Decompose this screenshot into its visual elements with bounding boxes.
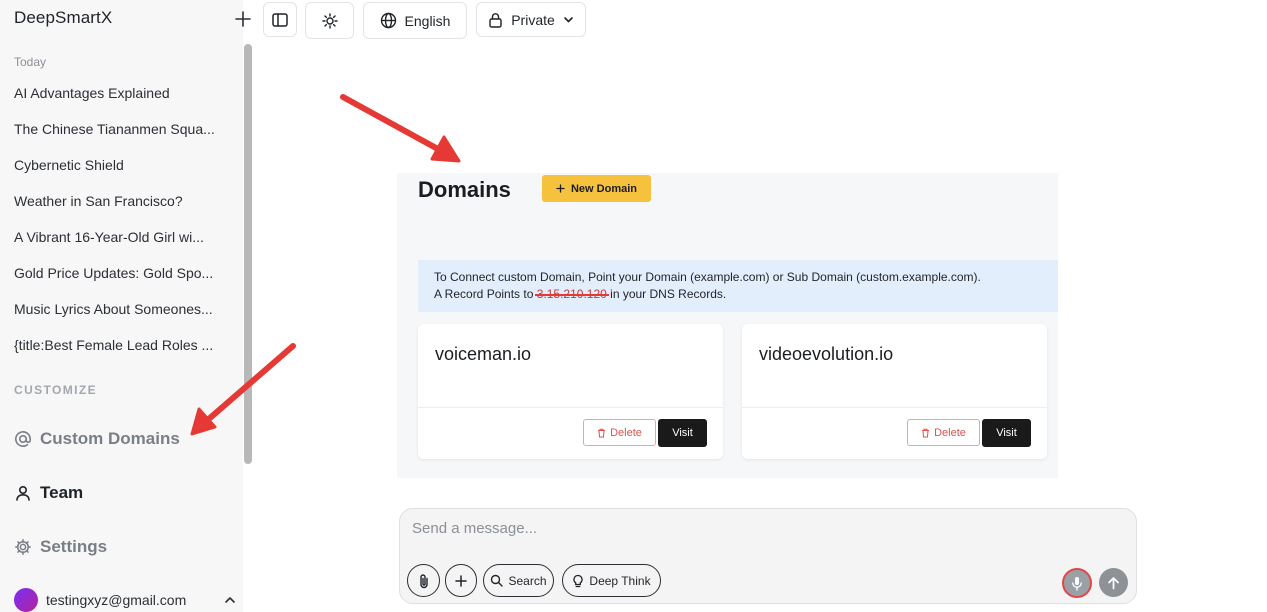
voice-input-button[interactable] [1062,568,1092,598]
notice-prefix: A Record Points to [434,287,534,301]
at-sign-icon [14,430,32,448]
domain-name: videoevolution.io [759,344,894,364]
language-selector[interactable]: English [363,2,467,39]
redacted-ip-address: 3.15.210.120 [534,287,609,301]
card-divider [742,407,1047,408]
search-icon [491,574,504,587]
gear-icon [14,538,32,556]
user-menu[interactable]: testingxyz@gmail.com [14,588,240,612]
lightbulb-icon [573,574,584,587]
conversation-item[interactable]: Cybernetic Shield [14,156,226,192]
attach-button[interactable] [407,564,440,597]
conversation-item[interactable]: Music Lyrics About Someones... [14,300,226,336]
sidebar: DeepSmartX Today AI Advantages Explained… [0,0,251,612]
message-composer: Search Deep Think [399,508,1137,604]
nav-settings-label: Settings [40,537,108,556]
plus-icon [556,184,565,193]
theme-toggle-button[interactable] [305,2,354,39]
delete-label: Delete [934,426,966,439]
notice-line-1: To Connect custom Domain, Point your Dom… [434,270,981,284]
conversation-item[interactable]: AI Advantages Explained [14,84,226,120]
notice-suffix: in your DNS Records. [610,287,727,301]
chevron-down-icon [563,17,573,23]
app-root: DeepSmartX Today AI Advantages Explained… [0,0,1267,612]
privacy-selector[interactable]: Private [476,2,586,37]
toggle-sidebar-button[interactable] [263,2,297,37]
trash-icon [922,428,930,437]
sidebar-scrollbar[interactable] [244,44,252,464]
delete-domain-button[interactable]: Delete [583,419,656,446]
domain-name: voiceman.io [435,344,532,364]
section-today-label: Today [14,55,47,69]
plus-icon [455,574,467,587]
domains-panel: Domains New Domain To Connect custom Dom… [397,173,1058,478]
message-input[interactable] [412,520,1012,537]
nav-settings[interactable]: Settings [14,535,107,559]
delete-label: Delete [610,426,642,439]
visit-domain-button[interactable]: Visit [982,419,1031,447]
deep-think-toggle-button[interactable]: Deep Think [562,564,661,597]
search-label: Search [508,573,547,588]
microphone-icon [1072,576,1082,591]
plus-icon [235,11,251,27]
privacy-label: Private [511,11,555,28]
conversation-item[interactable]: A Vibrant 16-Year-Old Girl wi... [14,228,226,264]
search-toggle-button[interactable]: Search [483,564,554,597]
sun-icon [321,12,338,29]
add-button[interactable] [445,564,477,597]
sidebar-header: DeepSmartX [14,8,251,28]
domain-card: videoevolution.io Delete Visit [742,324,1047,459]
visit-domain-button[interactable]: Visit [658,419,707,447]
arrow-up-icon [1108,576,1119,589]
new-domain-label: New Domain [570,182,637,195]
chevron-up-icon [225,597,235,603]
nav-custom-domains-label: Custom Domains [40,429,180,448]
brand-name: DeepSmartX [14,8,113,27]
conversation-item[interactable]: Gold Price Updates: Gold Spo... [14,264,226,300]
conversation-item[interactable]: Weather in San Francisco? [14,192,226,228]
sidebar-toggle-icon [272,12,288,27]
notice-line-2: A Record Points to 3.15.210.120 in your … [434,286,1042,303]
nav-custom-domains[interactable]: Custom Domains [14,427,180,451]
delete-domain-button[interactable]: Delete [907,419,980,446]
page-title: Domains [418,177,511,202]
card-divider [418,407,723,408]
new-chat-button[interactable] [234,10,252,28]
avatar [14,588,38,612]
arrow-to-domains-icon [340,94,461,163]
conversation-list: AI Advantages Explained The Chinese Tian… [14,84,226,372]
user-icon [14,484,32,502]
conversation-item[interactable]: {title:Best Female Lead Roles ... [14,336,226,372]
lock-icon [489,12,502,28]
trash-icon [598,428,606,437]
language-label: English [404,12,451,29]
send-button[interactable] [1099,568,1128,597]
globe-icon [380,12,396,29]
deep-think-label: Deep Think [589,573,651,588]
user-email: testingxyz@gmail.com [46,592,187,608]
nav-team-label: Team [40,483,84,502]
conversation-item[interactable]: The Chinese Tiananmen Squa... [14,120,226,156]
domain-card: voiceman.io Delete Visit [418,324,723,459]
section-customize-label: CUSTOMIZE [14,383,98,397]
dns-notice: To Connect custom Domain, Point your Dom… [418,260,1058,312]
nav-team[interactable]: Team [14,481,83,505]
paperclip-icon [419,573,428,588]
new-domain-button[interactable]: New Domain [542,175,651,202]
